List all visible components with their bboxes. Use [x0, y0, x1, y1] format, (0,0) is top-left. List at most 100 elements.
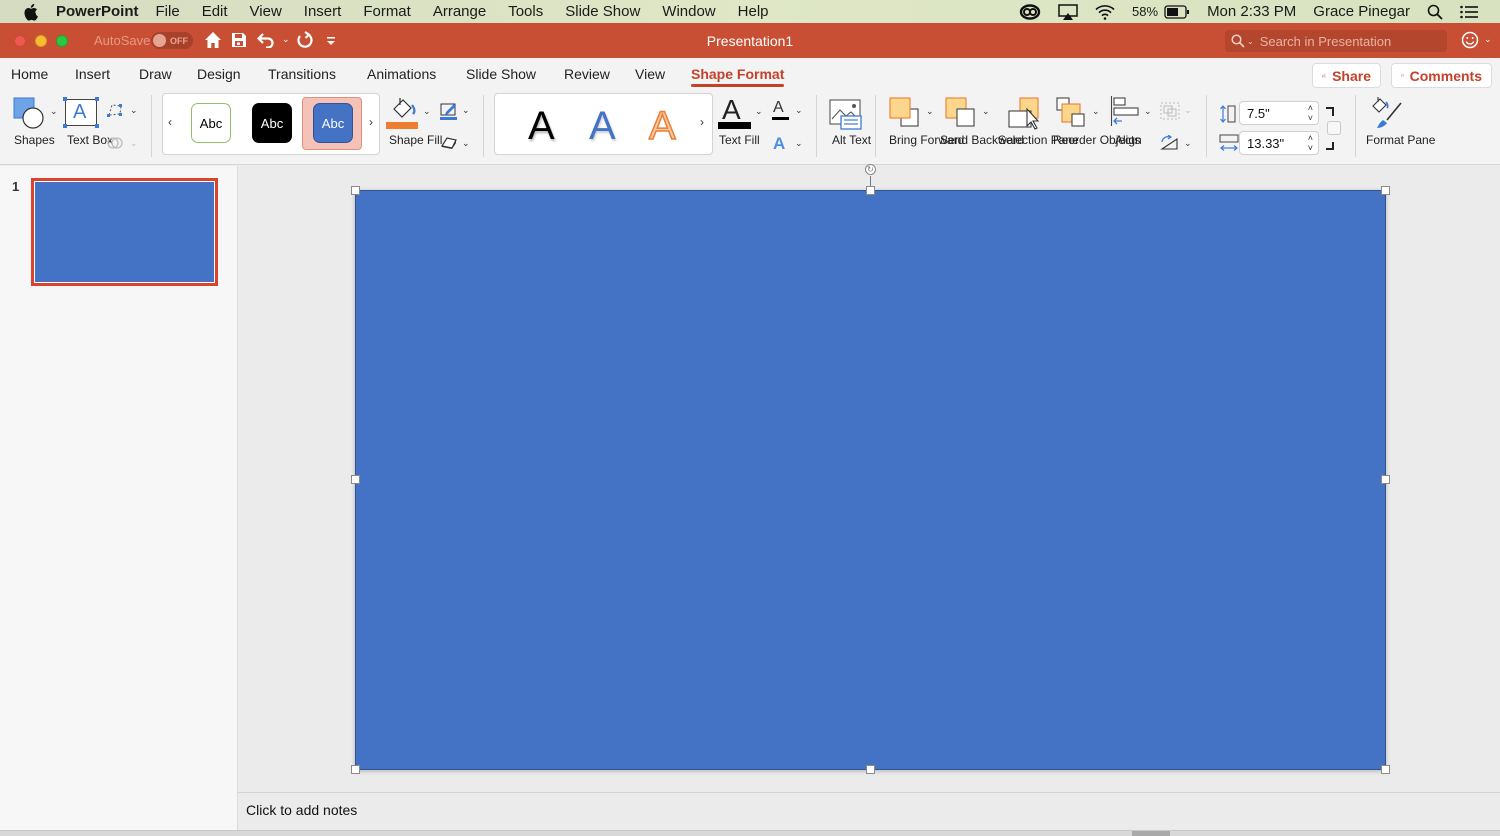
resize-handle-top[interactable]	[866, 186, 875, 195]
rotation-handle-icon[interactable]: ↻	[865, 164, 876, 175]
shape-style-black-fill[interactable]: Abc	[252, 103, 292, 143]
undo-dropdown-chevron-icon[interactable]: ⌄	[282, 34, 290, 45]
shape-outline-pen-icon[interactable]	[440, 102, 458, 123]
lock-aspect-ratio-checkbox[interactable]	[1327, 121, 1341, 135]
zoom-window-button[interactable]	[56, 35, 68, 47]
menu-edit[interactable]: Edit	[202, 3, 228, 20]
menu-insert[interactable]: Insert	[304, 3, 342, 20]
search-options-chevron-icon[interactable]: ⌄	[1247, 37, 1254, 46]
creative-cloud-icon[interactable]	[1019, 3, 1041, 20]
shape-fill-bucket-icon[interactable]	[388, 95, 422, 124]
slide-rectangle-shape[interactable]	[355, 190, 1386, 770]
reorder-objects-chevron-icon[interactable]: ⌄	[1092, 106, 1100, 117]
send-backward-chevron-icon[interactable]: ⌄	[982, 106, 990, 117]
resize-handle-left[interactable]	[351, 475, 360, 484]
menu-arrange[interactable]: Arrange	[433, 3, 486, 20]
shapes-dropdown-chevron-icon[interactable]: ⌄	[50, 106, 58, 117]
save-icon[interactable]	[231, 32, 247, 53]
tab-insert[interactable]: Insert	[75, 66, 110, 82]
gallery-next-chevron-icon[interactable]: ›	[369, 115, 373, 129]
tab-view[interactable]: View	[635, 66, 665, 82]
tab-shape-format[interactable]: Shape Format	[691, 66, 785, 87]
shape-fill-chevron-icon[interactable]: ⌄	[423, 106, 431, 117]
bring-forward-icon[interactable]	[889, 97, 921, 132]
notes-pane[interactable]: Click to add notes	[238, 792, 1500, 830]
undo-icon[interactable]	[256, 32, 275, 53]
slide-thumbnail[interactable]	[31, 178, 218, 286]
share-button[interactable]: Share	[1312, 63, 1381, 88]
battery-icon[interactable]	[1164, 4, 1190, 19]
tab-review[interactable]: Review	[564, 66, 610, 82]
tab-slide-show[interactable]: Slide Show	[466, 66, 536, 82]
edit-shape-icon[interactable]	[106, 102, 124, 121]
width-stepper-icon[interactable]: ˄ ˅	[1308, 133, 1313, 153]
send-backward-icon[interactable]	[945, 97, 977, 132]
shape-effects-chevron-icon[interactable]: ⌄	[462, 138, 470, 149]
close-window-button[interactable]	[14, 35, 26, 47]
resize-handle-bottom-right[interactable]	[1381, 765, 1390, 774]
airplay-icon[interactable]	[1058, 3, 1078, 20]
alt-text-icon[interactable]	[829, 99, 863, 134]
selection-pane-icon[interactable]	[1008, 97, 1042, 134]
tab-home[interactable]: Home	[11, 66, 48, 82]
shape-style-outline-green[interactable]: Abc	[191, 103, 231, 143]
spotlight-search-icon[interactable]	[1427, 4, 1443, 20]
menu-slide-show[interactable]: Slide Show	[565, 3, 640, 20]
rotate-chevron-icon[interactable]: ⌄	[1184, 138, 1192, 149]
clock[interactable]: Mon 2:33 PM	[1207, 3, 1296, 20]
wordart-style-orange-outline[interactable]: A	[648, 103, 676, 149]
shape-effects-icon[interactable]	[440, 136, 458, 153]
align-icon[interactable]	[1110, 96, 1142, 131]
edit-shape-chevron-icon[interactable]: ⌄	[130, 105, 138, 116]
apple-menu-icon[interactable]	[21, 3, 39, 21]
tab-design[interactable]: Design	[197, 66, 241, 82]
menu-window[interactable]: Window	[662, 3, 715, 20]
home-icon[interactable]	[204, 31, 222, 54]
text-outline-icon[interactable]: A	[773, 99, 784, 117]
minimize-window-button[interactable]	[35, 35, 47, 47]
height-stepper-icon[interactable]: ˄ ˅	[1308, 103, 1313, 123]
search-input[interactable]: ⌄ Search in Presentation	[1225, 30, 1447, 52]
menu-view[interactable]: View	[250, 3, 282, 20]
text-box-button[interactable]: A	[63, 97, 99, 128]
feedback-chevron-icon[interactable]: ⌄	[1484, 34, 1492, 45]
menu-tools[interactable]: Tools	[508, 3, 543, 20]
wifi-icon[interactable]	[1095, 4, 1115, 20]
feedback-smiley-icon[interactable]	[1461, 31, 1479, 54]
shape-style-blue-fill[interactable]: Abc	[313, 103, 353, 143]
user-name[interactable]: Grace Pinegar	[1313, 3, 1410, 20]
reorder-objects-icon[interactable]	[1056, 97, 1090, 132]
resize-handle-right[interactable]	[1381, 475, 1390, 484]
resize-handle-top-right[interactable]	[1381, 186, 1390, 195]
resize-handle-top-left[interactable]	[351, 186, 360, 195]
text-effects-icon[interactable]: A	[773, 134, 785, 154]
menu-format[interactable]: Format	[363, 3, 411, 20]
resize-handle-bottom[interactable]	[866, 765, 875, 774]
customize-toolbar-icon[interactable]	[326, 33, 336, 52]
text-fill-chevron-icon[interactable]: ⌄	[755, 106, 763, 117]
wordart-next-chevron-icon[interactable]: ›	[700, 115, 704, 129]
pane-resize-grip[interactable]	[1132, 831, 1170, 836]
comments-button[interactable]: Comments	[1391, 63, 1492, 88]
wordart-style-black[interactable]: A	[528, 104, 555, 149]
shape-outline-chevron-icon[interactable]: ⌄	[462, 105, 470, 116]
autosave-toggle[interactable]: OFF	[151, 32, 193, 49]
menu-help[interactable]: Help	[738, 3, 769, 20]
wordart-style-blue[interactable]: A	[589, 104, 616, 149]
redo-icon[interactable]	[296, 31, 314, 54]
align-chevron-icon[interactable]: ⌄	[1144, 106, 1152, 117]
gallery-prev-chevron-icon[interactable]: ‹	[168, 115, 172, 129]
text-effects-chevron-icon[interactable]: ⌄	[795, 138, 803, 149]
text-outline-chevron-icon[interactable]: ⌄	[795, 105, 803, 116]
bring-forward-chevron-icon[interactable]: ⌄	[926, 106, 934, 117]
tab-draw[interactable]: Draw	[139, 66, 172, 82]
resize-handle-bottom-left[interactable]	[351, 765, 360, 774]
menu-file[interactable]: File	[156, 3, 180, 20]
menu-app-name[interactable]: PowerPoint	[56, 3, 139, 20]
format-pane-icon[interactable]	[1370, 96, 1406, 133]
tab-transitions[interactable]: Transitions	[268, 66, 336, 82]
shape-height-input[interactable]: 7.5" ˄ ˅	[1239, 101, 1319, 125]
shape-width-input[interactable]: 13.33" ˄ ˅	[1239, 131, 1319, 155]
tab-animations[interactable]: Animations	[367, 66, 436, 82]
rotate-icon[interactable]	[1160, 134, 1180, 154]
